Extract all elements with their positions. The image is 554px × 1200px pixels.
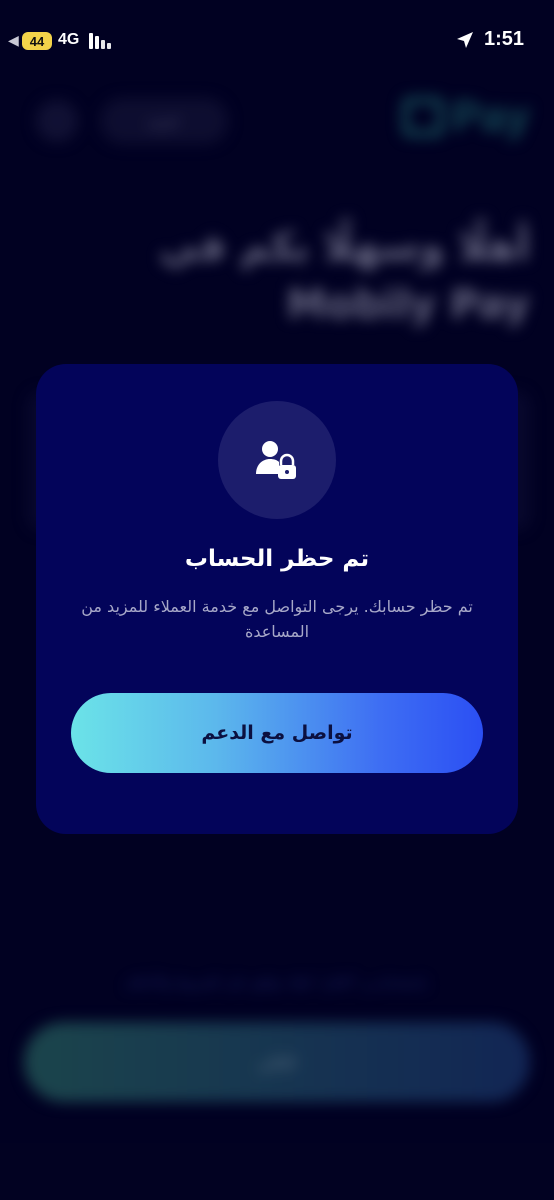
modal-message: تم حظر حسابك. يرجى التواصل مع خدمة العمل… — [81, 597, 473, 641]
contact-support-button[interactable]: تواصل مع الدعم — [71, 693, 483, 773]
back-app-chevron-icon[interactable]: ◀ — [8, 33, 19, 49]
user-lock-icon — [256, 441, 296, 479]
signal-icon — [89, 33, 115, 49]
battery-badge: 44 — [22, 32, 52, 50]
location-arrow-icon — [457, 32, 473, 48]
modal-title: تم حظر الحساب — [184, 546, 370, 572]
network-label: 4G — [58, 31, 80, 48]
status-time: 1:51 — [483, 28, 524, 50]
icon-circle — [218, 401, 336, 519]
status-bar: ◀ 44 4G 1:51 — [0, 0, 554, 80]
account-blocked-modal: تم حظر الحساب تم حظر حسابك. يرجى التواصل… — [36, 364, 518, 834]
